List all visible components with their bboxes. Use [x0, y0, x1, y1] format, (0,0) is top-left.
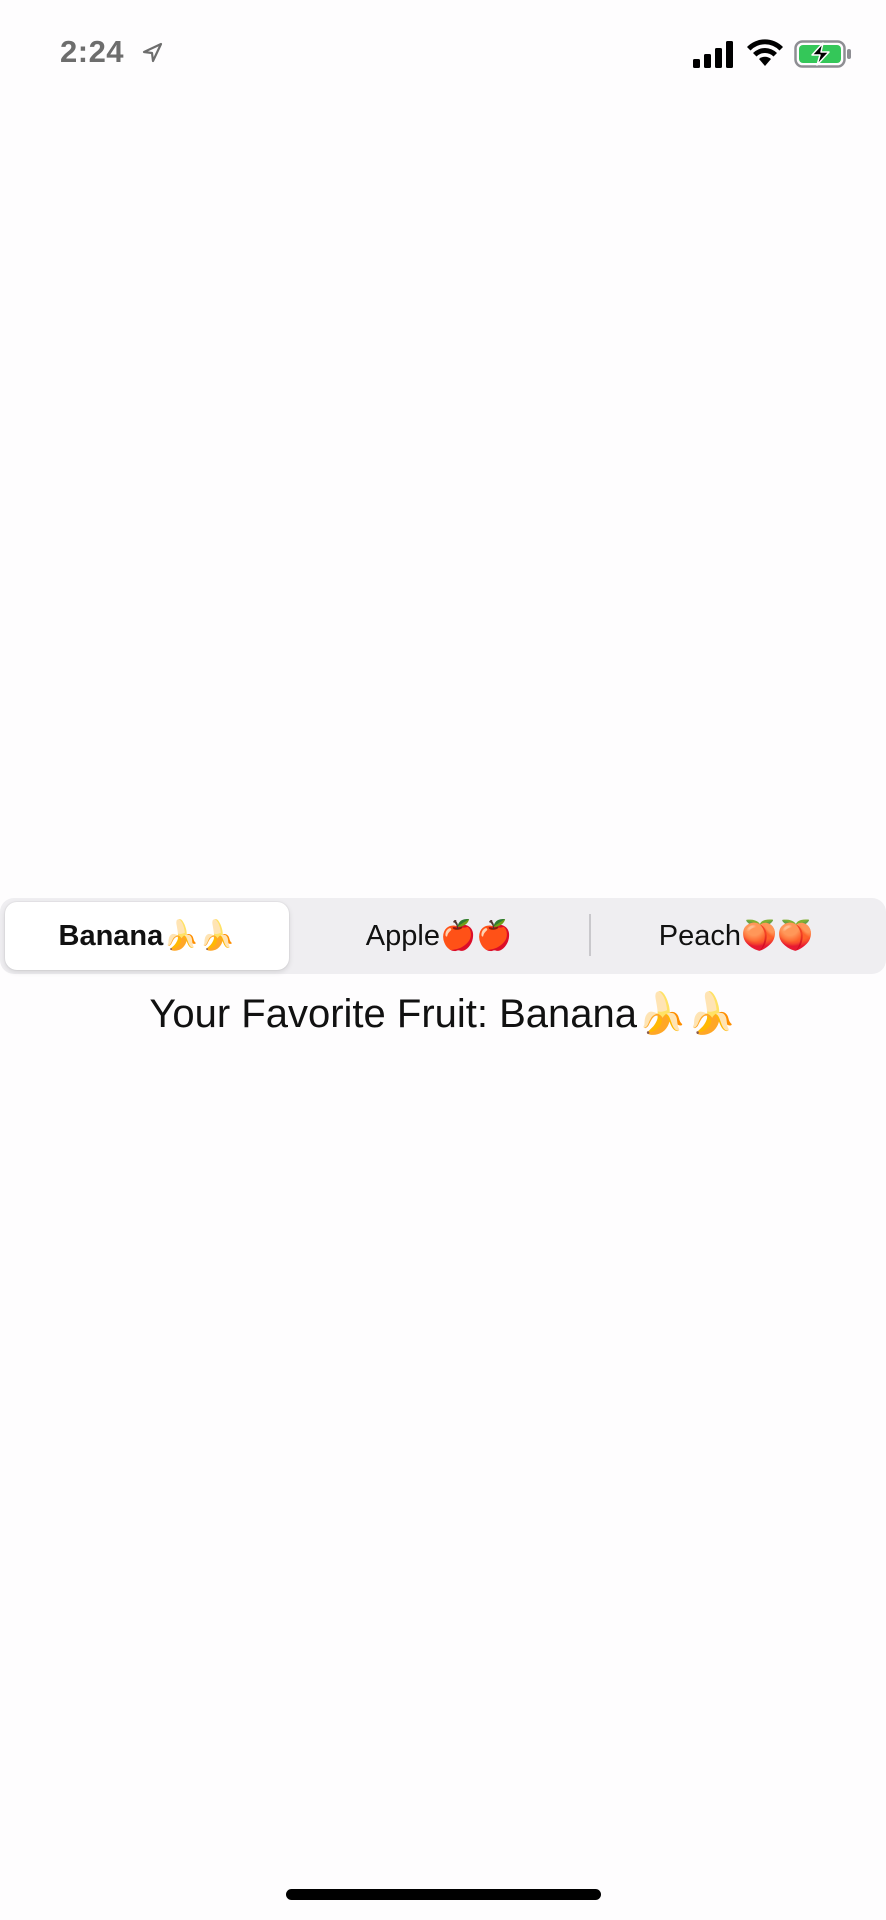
battery-charging-icon: [794, 40, 851, 68]
segment-apple-label: Apple🍎🍎: [365, 920, 513, 952]
segment-peach-label: Peach🍑🍑: [658, 920, 814, 952]
segment-banana-label: Banana🍌🍌: [58, 920, 236, 952]
status-time: 2:24: [60, 34, 125, 69]
app-screen: 2:24 Banana🍌🍌 Apple🍎🍎 Peach🍑🍑 Your Favor…: [0, 0, 886, 1920]
segment-peach[interactable]: Peach🍑🍑: [590, 902, 882, 970]
status-bar: 2:24: [0, 0, 886, 110]
favorite-fruit-text: Your Favorite Fruit: Banana🍌🍌: [149, 992, 737, 1036]
wifi-icon: [747, 39, 783, 66]
segment-divider: [589, 914, 591, 956]
location-arrow-icon: [142, 42, 163, 63]
home-indicator[interactable]: [286, 1889, 601, 1900]
segment-banana[interactable]: Banana🍌🍌: [5, 902, 289, 970]
fruit-segmented-control: Banana🍌🍌 Apple🍎🍎 Peach🍑🍑: [0, 898, 886, 974]
cellular-signal-icon: [693, 41, 733, 68]
segment-apple[interactable]: Apple🍎🍎: [294, 902, 584, 970]
